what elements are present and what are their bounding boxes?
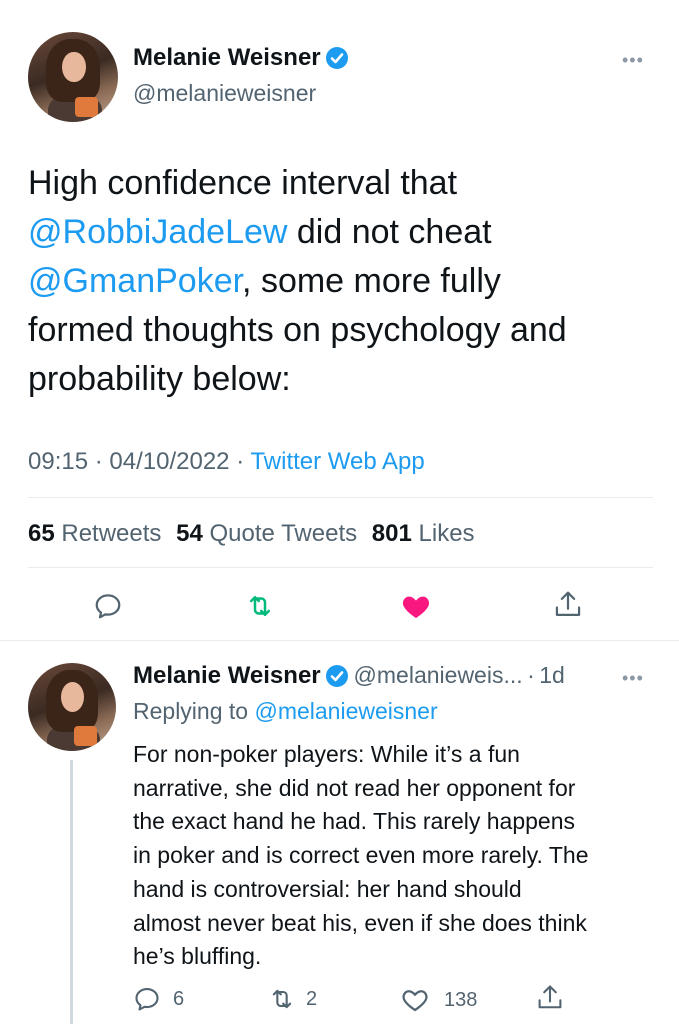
quotes-label: Quote Tweets [209, 520, 358, 547]
more-icon[interactable]: ••• [622, 668, 644, 689]
reply-line: he’s bluffing. [133, 943, 262, 970]
tweet-source[interactable]: Twitter Web App [250, 448, 424, 475]
author-name[interactable]: Melanie Weisner [133, 44, 321, 71]
likes-count: 801 [371, 520, 412, 547]
like-button[interactable] [396, 588, 436, 624]
retweets-count: 65 [28, 520, 55, 547]
author-info: Melanie Weisner [133, 44, 349, 75]
meta-sep: · [527, 662, 535, 688]
retweet-count: 2 [306, 987, 318, 1010]
retweet-icon [250, 596, 270, 616]
retweet-button[interactable] [240, 588, 280, 624]
reply-icon [135, 988, 159, 1011]
tweet-meta: 09:15 · 04/10/2022 · Twitter Web App [28, 448, 425, 476]
author-handle[interactable]: @melanieweis... [354, 662, 523, 688]
avatar[interactable] [28, 663, 116, 751]
share-action[interactable] [536, 983, 564, 1018]
divider [0, 640, 679, 641]
reply-button[interactable] [88, 588, 128, 624]
reply-line: hand is controversial: her hand should [133, 875, 522, 902]
meta-sep: · [94, 448, 103, 475]
replying-handle[interactable]: @melanieweisner [254, 698, 437, 724]
verified-icon [325, 46, 349, 75]
tweet-line: High confidence interval that [28, 164, 458, 202]
reply-line: For non-poker players: While it’s a fun [133, 741, 520, 767]
more-icon[interactable]: ••• [622, 50, 644, 71]
tweet-stats: 65 Retweets 54 Quote Tweets 801 Likes [28, 520, 475, 548]
share-icon [538, 985, 562, 1009]
tweet-text: High confidence interval that @RobbiJade… [28, 159, 658, 404]
tweet-line: formed thoughts on psychology and [28, 311, 567, 349]
verified-icon [325, 664, 349, 693]
reply-action[interactable]: 6 [133, 985, 184, 1013]
reply-line: in poker and is correct even more rarely… [133, 842, 589, 869]
thread-line [70, 760, 73, 1024]
tweet-line: probability below: [28, 360, 291, 398]
author-name[interactable]: Melanie Weisner [133, 662, 321, 689]
avatar[interactable] [28, 32, 118, 122]
reply-icon [95, 594, 121, 619]
reply-line: the exact hand he had. This rarely happe… [133, 808, 575, 835]
quotes-stat[interactable]: 54 Quote Tweets [176, 520, 357, 547]
replying-prefix: Replying to [133, 698, 249, 724]
tweet-date[interactable]: 04/10/2022 [109, 448, 229, 475]
replying-to: Replying to @melanieweisner [133, 698, 438, 725]
retweets-label: Retweets [61, 520, 162, 547]
like-count: 138 [444, 988, 478, 1011]
reply-line: narrative, she did not read her opponent… [133, 774, 576, 801]
likes-label: Likes [418, 520, 475, 547]
meta-sep: · [236, 448, 245, 475]
reply-header: Melanie Weisner @melanieweis... · 1d [133, 662, 565, 693]
divider [28, 567, 653, 568]
tweet-line: , some more fully [242, 262, 501, 300]
retweet-icon [272, 989, 292, 1009]
heart-icon [402, 596, 430, 618]
reply-line: almost never beat his, even if she does … [133, 909, 587, 936]
tweet-time[interactable]: 09:15 [28, 448, 88, 475]
share-icon [555, 591, 581, 616]
like-action[interactable]: 138 [400, 985, 477, 1015]
reply-age[interactable]: 1d [539, 662, 565, 688]
reply-count: 6 [173, 987, 185, 1010]
quotes-count: 54 [176, 520, 203, 547]
mention-link[interactable]: @RobbiJadeLew [28, 213, 287, 251]
author-handle[interactable]: @melanieweisner [133, 80, 316, 107]
heart-icon [402, 990, 428, 1012]
mention-link[interactable]: @GmanPoker [28, 262, 242, 300]
share-button[interactable] [548, 586, 588, 624]
retweets-stat[interactable]: 65 Retweets [28, 520, 161, 547]
reply-text: For non-poker players: While it’s a fun … [133, 738, 663, 974]
likes-stat[interactable]: 801 Likes [372, 520, 475, 547]
divider [28, 497, 653, 498]
tweet-line: did not cheat [287, 213, 492, 251]
retweet-action[interactable]: 2 [268, 985, 317, 1013]
